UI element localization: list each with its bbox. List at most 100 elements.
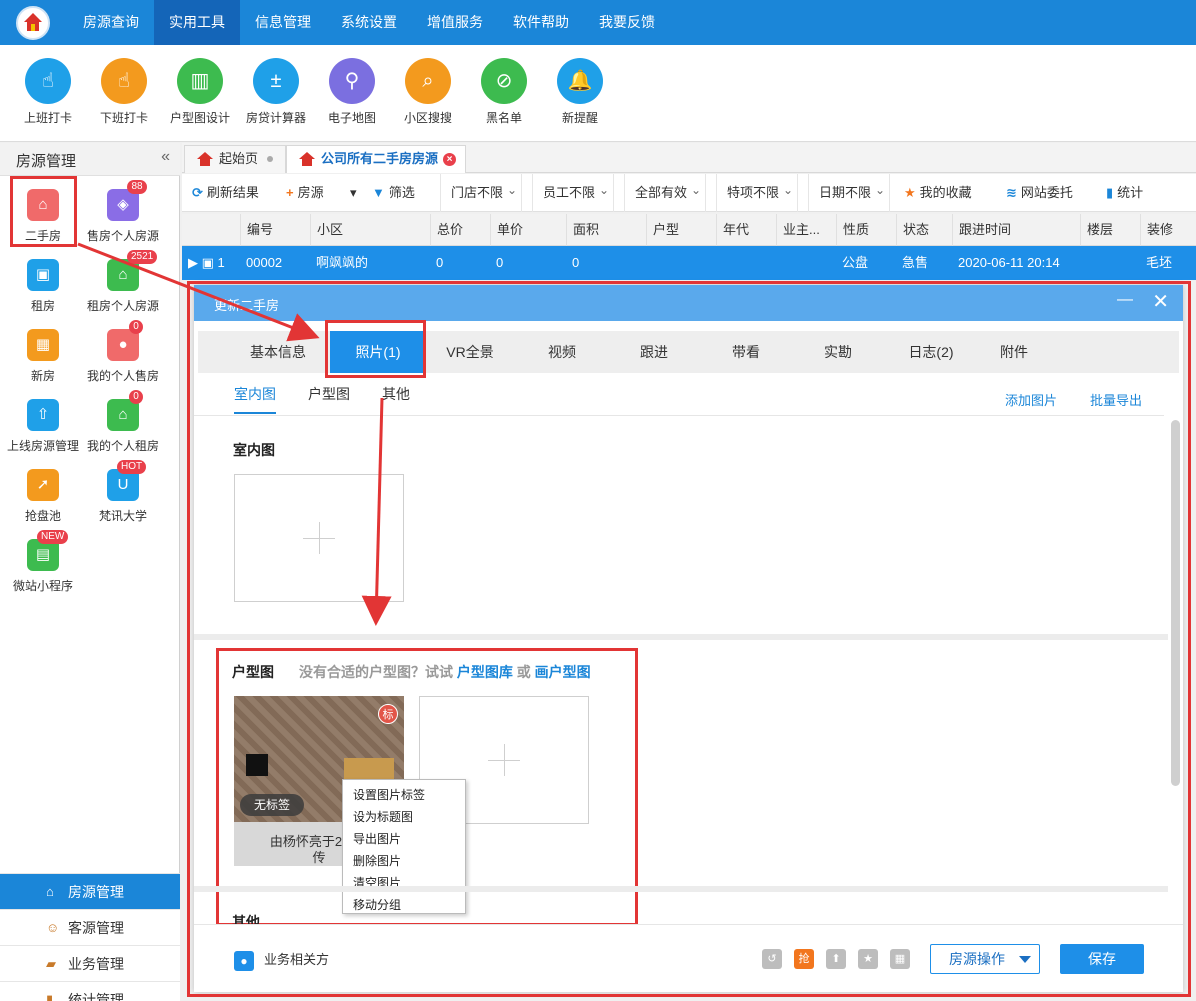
- sidebar-item-label: 上线房源管理: [6, 439, 79, 453]
- floorplan-library-link[interactable]: 户型图库: [457, 664, 513, 680]
- column-header[interactable]: 面积: [566, 214, 646, 246]
- related-parties[interactable]: ● 业务相关方: [234, 949, 329, 971]
- column-header[interactable]: 跟进时间: [952, 214, 1080, 246]
- title-image-mark: 标: [378, 704, 398, 724]
- action-9[interactable]: ★ 我的收藏: [904, 174, 972, 212]
- sidebar-item-7[interactable]: ⌂ 0 我的个人租房: [82, 390, 164, 454]
- column-header[interactable]: 编号: [240, 214, 310, 246]
- close-icon[interactable]: ×: [443, 153, 456, 166]
- top-icon[interactable]: ⬆: [826, 949, 846, 969]
- sidebar-item-label: 租房: [30, 299, 55, 313]
- action-10[interactable]: ≋ 网站委托: [1006, 174, 1073, 212]
- action-1[interactable]: + 房源: [286, 174, 324, 212]
- add-image-link[interactable]: 添加图片: [1005, 390, 1057, 409]
- tool-5[interactable]: ⌕ 小区搜搜: [390, 58, 466, 126]
- tool-6[interactable]: ⊘ 黑名单: [466, 58, 542, 126]
- column-header[interactable]: 状态: [896, 214, 952, 246]
- column-header[interactable]: 楼层: [1080, 214, 1140, 246]
- draw-floorplan-link[interactable]: 画户型图: [535, 664, 591, 680]
- expand-icon[interactable]: ▶: [188, 255, 198, 270]
- sidebar-item-1[interactable]: ◈ 88 售房个人房源: [82, 180, 164, 244]
- upload-icon: ⇧: [27, 399, 59, 431]
- sidebar-item-10[interactable]: ▤ NEW 微站小程序: [2, 530, 84, 594]
- sidebar-item-label: 梵讯大学: [98, 509, 147, 523]
- subtab-floorplan[interactable]: 户型图: [308, 384, 350, 404]
- menu-item-3[interactable]: 系统设置: [326, 0, 412, 45]
- link-icon[interactable]: ↺: [762, 949, 782, 969]
- collapse-icon[interactable]: «: [161, 148, 170, 166]
- star-icon[interactable]: ★: [858, 949, 878, 969]
- action-label: 日期不限: [819, 185, 872, 200]
- subtab-indoor[interactable]: 室内图: [234, 384, 276, 414]
- column-header[interactable]: 总价: [430, 214, 490, 246]
- menu-item-1[interactable]: 实用工具: [154, 0, 240, 45]
- column-header[interactable]: 户型: [646, 214, 716, 246]
- photo-subtabs: 室内图 户型图 其他 添加图片 批量导出: [194, 380, 1164, 416]
- subtab-other[interactable]: 其他: [382, 384, 410, 404]
- context-menu-item[interactable]: 设为标题图: [343, 806, 465, 828]
- tool-3[interactable]: ± 房贷计算器: [238, 58, 314, 126]
- dialog-scrollbar[interactable]: [1171, 420, 1180, 786]
- nav-1[interactable]: ☺ 客源管理: [0, 909, 180, 945]
- batch-export-link[interactable]: 批量导出: [1090, 390, 1142, 409]
- tool-1[interactable]: ☝ 下班打卡: [86, 58, 162, 126]
- action-11[interactable]: ▮ 统计: [1106, 174, 1143, 212]
- table-row[interactable]: ▶ ▣ 1 00002 啊飒飒的 0 0 0 公盘 急售 2020-06-11 20:14 毛坯: [182, 246, 1196, 280]
- action-4[interactable]: 门店不限: [440, 171, 523, 212]
- sidebar-item-8[interactable]: ➚ 抢盘池: [2, 469, 84, 524]
- action-8[interactable]: 日期不限: [808, 171, 891, 212]
- grab-icon[interactable]: 抢: [794, 949, 814, 969]
- tab-company-secondhand[interactable]: 公司所有二手房房源 ×: [286, 145, 466, 173]
- context-menu-item[interactable]: 移动分组: [343, 894, 465, 916]
- action-label: 网站委托: [1020, 185, 1073, 200]
- column-header[interactable]: 单价: [490, 214, 566, 246]
- sidebar-item-4[interactable]: ▦ 新房: [2, 329, 84, 384]
- action-label: 特项不限: [727, 185, 780, 200]
- sidebar-item-5[interactable]: ● 0 我的个人售房: [82, 320, 164, 384]
- menu-item-5[interactable]: 软件帮助: [498, 0, 584, 45]
- column-header[interactable]: 性质: [836, 214, 896, 246]
- university-icon: U HOT: [107, 460, 147, 501]
- calculator-icon[interactable]: ▦: [890, 949, 910, 969]
- menu-item-4[interactable]: 增值服务: [412, 0, 498, 45]
- column-header[interactable]: 小区: [310, 214, 430, 246]
- action-2[interactable]: ▾: [350, 174, 357, 212]
- action-3[interactable]: ▼ 筛选: [372, 174, 415, 212]
- context-menu-item[interactable]: 设置图片标签: [343, 784, 465, 806]
- tool-7[interactable]: 🔔 新提醒: [542, 58, 618, 126]
- house-icon: ⌂: [46, 884, 54, 899]
- menu-item-0[interactable]: 房源查询: [68, 0, 154, 45]
- sidebar-item-6[interactable]: ⇧ 上线房源管理: [2, 399, 84, 454]
- bell-icon: 🔔: [557, 58, 603, 104]
- tool-4[interactable]: ⚲ 电子地图: [314, 58, 390, 126]
- nav-3[interactable]: ▮ 统计管理: [0, 981, 180, 1001]
- column-header[interactable]: 装修: [1140, 214, 1196, 246]
- sidebar-item-2[interactable]: ▣ 租房: [2, 259, 84, 314]
- table-cell: [776, 246, 782, 280]
- nav-2[interactable]: ▰ 业务管理: [0, 945, 180, 981]
- tab-start-page[interactable]: 起始页: [184, 145, 286, 173]
- table-cell: [646, 246, 652, 280]
- column-header[interactable]: 年代: [716, 214, 776, 246]
- tool-2[interactable]: ▥ 户型图设计: [162, 58, 238, 126]
- tool-0[interactable]: ☝ 上班打卡: [10, 58, 86, 126]
- action-6[interactable]: 全部有效: [624, 171, 707, 212]
- action-label: 门店不限: [451, 185, 504, 200]
- action-5[interactable]: 员工不限: [532, 171, 615, 212]
- sidebar-item-3[interactable]: ⌂ 2521 租房个人房源: [82, 250, 164, 314]
- property-ops-button[interactable]: 房源操作: [930, 944, 1040, 974]
- hand-tap-icon: ☝: [25, 58, 71, 104]
- section-divider: [194, 886, 1168, 892]
- nav-0[interactable]: ⌂ 房源管理: [0, 873, 180, 909]
- action-7[interactable]: 特项不限: [716, 171, 799, 212]
- context-menu-item[interactable]: 删除图片: [343, 850, 465, 872]
- context-menu-item[interactable]: 导出图片: [343, 828, 465, 850]
- column-header[interactable]: 业主...: [776, 214, 836, 246]
- menu-item-6[interactable]: 我要反馈: [584, 0, 670, 45]
- action-label: 全部有效: [635, 185, 688, 200]
- sidebar-item-9[interactable]: U HOT 梵讯大学: [82, 460, 164, 524]
- indoor-upload-slot[interactable]: [234, 474, 404, 602]
- save-button[interactable]: 保存: [1060, 944, 1144, 974]
- menu-item-2[interactable]: 信息管理: [240, 0, 326, 45]
- action-0[interactable]: ⟳ 刷新结果: [192, 174, 259, 212]
